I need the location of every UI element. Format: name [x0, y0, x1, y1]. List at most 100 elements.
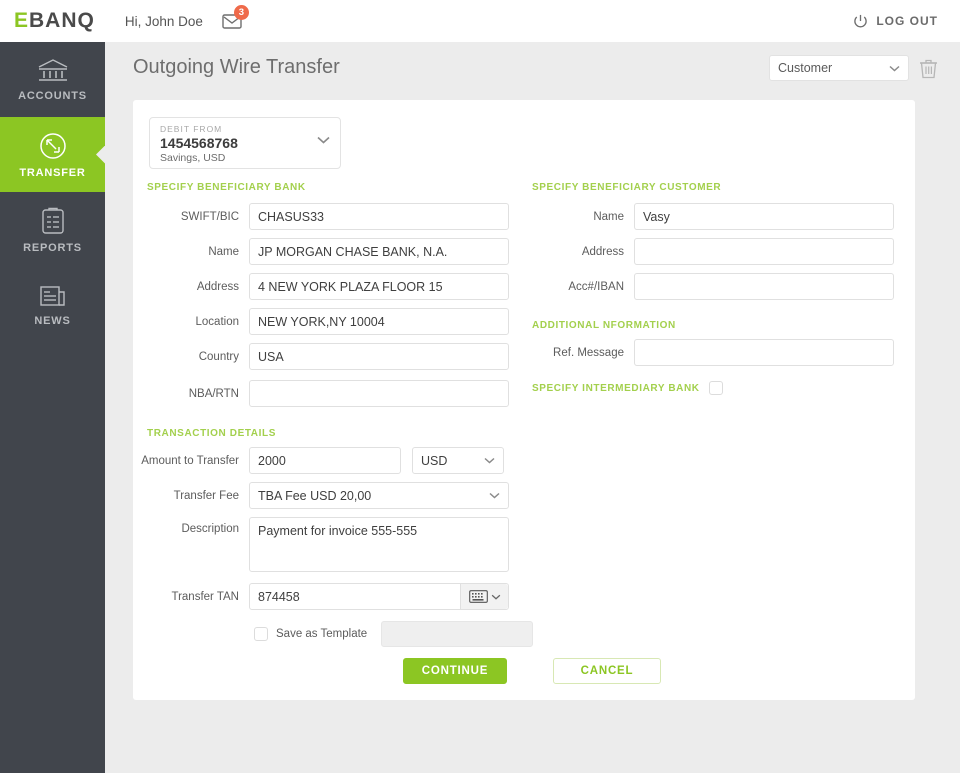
debit-from-selector[interactable]: DEBIT FROM 1454568768 Savings, USD: [149, 117, 341, 169]
messages-button[interactable]: 3: [219, 5, 249, 34]
messages-badge: 3: [233, 5, 249, 20]
field-row-amount: Amount to Transfer 2000 USD: [133, 447, 504, 474]
field-row-customer-account: Acc#/IBAN: [518, 273, 894, 300]
select-transfer-fee[interactable]: TBA Fee USD 20,00: [249, 482, 509, 509]
sidebar-label-transfer: TRANSFER: [19, 166, 86, 179]
app-logo: E BANQ: [14, 9, 95, 33]
transfer-form-card: DEBIT FROM 1454568768 Savings, USD SPECI…: [133, 100, 915, 700]
intermediary-bank-row: SPECIFY INTERMEDIARY BANK: [532, 381, 723, 395]
intermediary-bank-checkbox[interactable]: [708, 381, 723, 395]
trash-icon[interactable]: [919, 58, 938, 79]
power-icon: [854, 14, 868, 27]
field-row-ref-message: Ref. Message: [518, 339, 894, 366]
section-additional-information: ADDITIONAL NFORMATION: [532, 320, 676, 331]
bank-icon: [38, 58, 67, 81]
chevron-down-icon: [491, 594, 500, 600]
chevron-down-icon: [889, 65, 900, 72]
logout-label: LOG OUT: [876, 14, 938, 28]
input-customer-account[interactable]: [634, 273, 894, 300]
input-bank-country[interactable]: USA: [249, 343, 509, 370]
customer-select-value: Customer: [778, 61, 833, 75]
logo-text: BANQ: [29, 9, 95, 32]
section-intermediary-bank: SPECIFY INTERMEDIARY BANK: [532, 382, 700, 394]
field-row-swift: SWIFT/BIC CHASUS33: [133, 203, 509, 230]
field-row-bank-country: Country USA: [133, 343, 509, 370]
input-amount[interactable]: 2000: [249, 447, 401, 474]
clipboard-icon: [41, 207, 64, 234]
debit-from-account: 1454568768: [160, 135, 238, 151]
field-row-bank-name: Name JP MORGAN CHASE BANK, N.A.: [133, 238, 509, 265]
chevron-down-icon: [484, 457, 495, 464]
label-bank-address: Address: [196, 280, 239, 293]
sidebar-label-reports: REPORTS: [23, 241, 82, 254]
label-swift: SWIFT/BIC: [180, 210, 239, 223]
debit-from-label: DEBIT FROM: [160, 124, 223, 134]
customer-select[interactable]: Customer: [769, 55, 909, 81]
field-row-transfer-tan: Transfer TAN 874458: [133, 583, 509, 610]
label-amount: Amount to Transfer: [141, 454, 239, 467]
label-bank-name: Name: [208, 245, 239, 258]
input-bank-address[interactable]: 4 NEW YORK PLAZA FLOOR 15: [249, 273, 509, 300]
label-customer-account: Acc#/IBAN: [568, 280, 624, 293]
select-currency-value: USD: [421, 453, 448, 468]
logout-button[interactable]: LOG OUT: [853, 14, 938, 29]
label-transfer-fee: Transfer Fee: [173, 489, 239, 502]
save-template-label: Save as Template: [276, 628, 368, 640]
sidebar: ACCOUNTS TRANSFER REPORTS NEWS: [0, 42, 105, 773]
input-swift[interactable]: CHASUS33: [249, 203, 509, 230]
label-bank-location: Location: [195, 315, 239, 328]
chevron-down-icon: [489, 492, 500, 499]
input-customer-name[interactable]: Vasy: [634, 203, 894, 230]
field-row-description: Description Payment for invoice 555-555: [133, 517, 509, 572]
label-ref-message: Ref. Message: [553, 346, 624, 359]
save-template-name-input[interactable]: [381, 621, 534, 647]
label-bank-country: Country: [198, 350, 239, 363]
tan-input-group: 874458: [249, 583, 509, 610]
input-bank-location[interactable]: NEW YORK,NY 10004: [249, 308, 509, 335]
greeting-text: Hi, John Doe: [124, 13, 203, 29]
label-customer-name: Name: [593, 210, 624, 223]
sidebar-item-news[interactable]: NEWS: [0, 267, 105, 342]
field-row-customer-name: Name Vasy: [518, 203, 894, 230]
save-template-row: Save as Template: [254, 621, 534, 647]
sidebar-label-news: NEWS: [34, 314, 71, 327]
transfer-arrows-icon: [39, 132, 66, 159]
sidebar-item-transfer[interactable]: TRANSFER: [0, 117, 105, 192]
section-beneficiary-bank: SPECIFY BENEFICIARY BANK: [147, 182, 306, 193]
form-actions: CONTINUE CANCEL: [403, 658, 661, 684]
field-row-customer-address: Address: [518, 238, 894, 265]
label-transfer-tan: Transfer TAN: [171, 590, 239, 603]
page-header: Outgoing Wire Transfer Customer: [105, 42, 960, 100]
continue-button[interactable]: CONTINUE: [403, 658, 507, 684]
select-transfer-fee-value: TBA Fee USD 20,00: [258, 488, 372, 503]
field-row-bank-location: Location NEW YORK,NY 10004: [133, 308, 509, 335]
label-nba-rtn: NBA/RTN: [188, 387, 239, 400]
sidebar-item-accounts[interactable]: ACCOUNTS: [0, 42, 105, 117]
sidebar-label-accounts: ACCOUNTS: [18, 89, 87, 102]
input-customer-address[interactable]: [634, 238, 894, 265]
virtual-keyboard-button[interactable]: [460, 584, 508, 609]
field-row-bank-address: Address 4 NEW YORK PLAZA FLOOR 15: [133, 273, 509, 300]
section-transaction-details: TRANSACTION DETAILS: [147, 428, 276, 439]
label-customer-address: Address: [581, 245, 624, 258]
page-title: Outgoing Wire Transfer: [133, 56, 340, 78]
sidebar-item-reports[interactable]: REPORTS: [0, 192, 105, 267]
field-row-nba-rtn: NBA/RTN: [133, 380, 509, 407]
select-currency[interactable]: USD: [412, 447, 504, 474]
field-row-transfer-fee: Transfer Fee TBA Fee USD 20,00: [133, 482, 509, 509]
logo-letter-e: E: [14, 9, 30, 32]
page-header-actions: Customer: [769, 55, 938, 81]
active-indicator-notch: [96, 145, 105, 164]
chevron-down-icon: [317, 136, 330, 144]
textarea-description[interactable]: Payment for invoice 555-555: [249, 517, 509, 572]
label-description: Description: [181, 523, 239, 535]
input-ref-message[interactable]: [634, 339, 894, 366]
section-beneficiary-customer: SPECIFY BENEFICIARY CUSTOMER: [532, 182, 722, 193]
input-bank-name[interactable]: JP MORGAN CHASE BANK, N.A.: [249, 238, 509, 265]
keyboard-icon: [468, 590, 488, 603]
debit-from-subtitle: Savings, USD: [160, 152, 226, 164]
save-template-checkbox[interactable]: [254, 627, 268, 641]
input-nba-rtn[interactable]: [249, 380, 509, 407]
cancel-button[interactable]: CANCEL: [553, 658, 661, 684]
top-bar: E BANQ Hi, John Doe 3 LOG OUT: [0, 0, 960, 42]
